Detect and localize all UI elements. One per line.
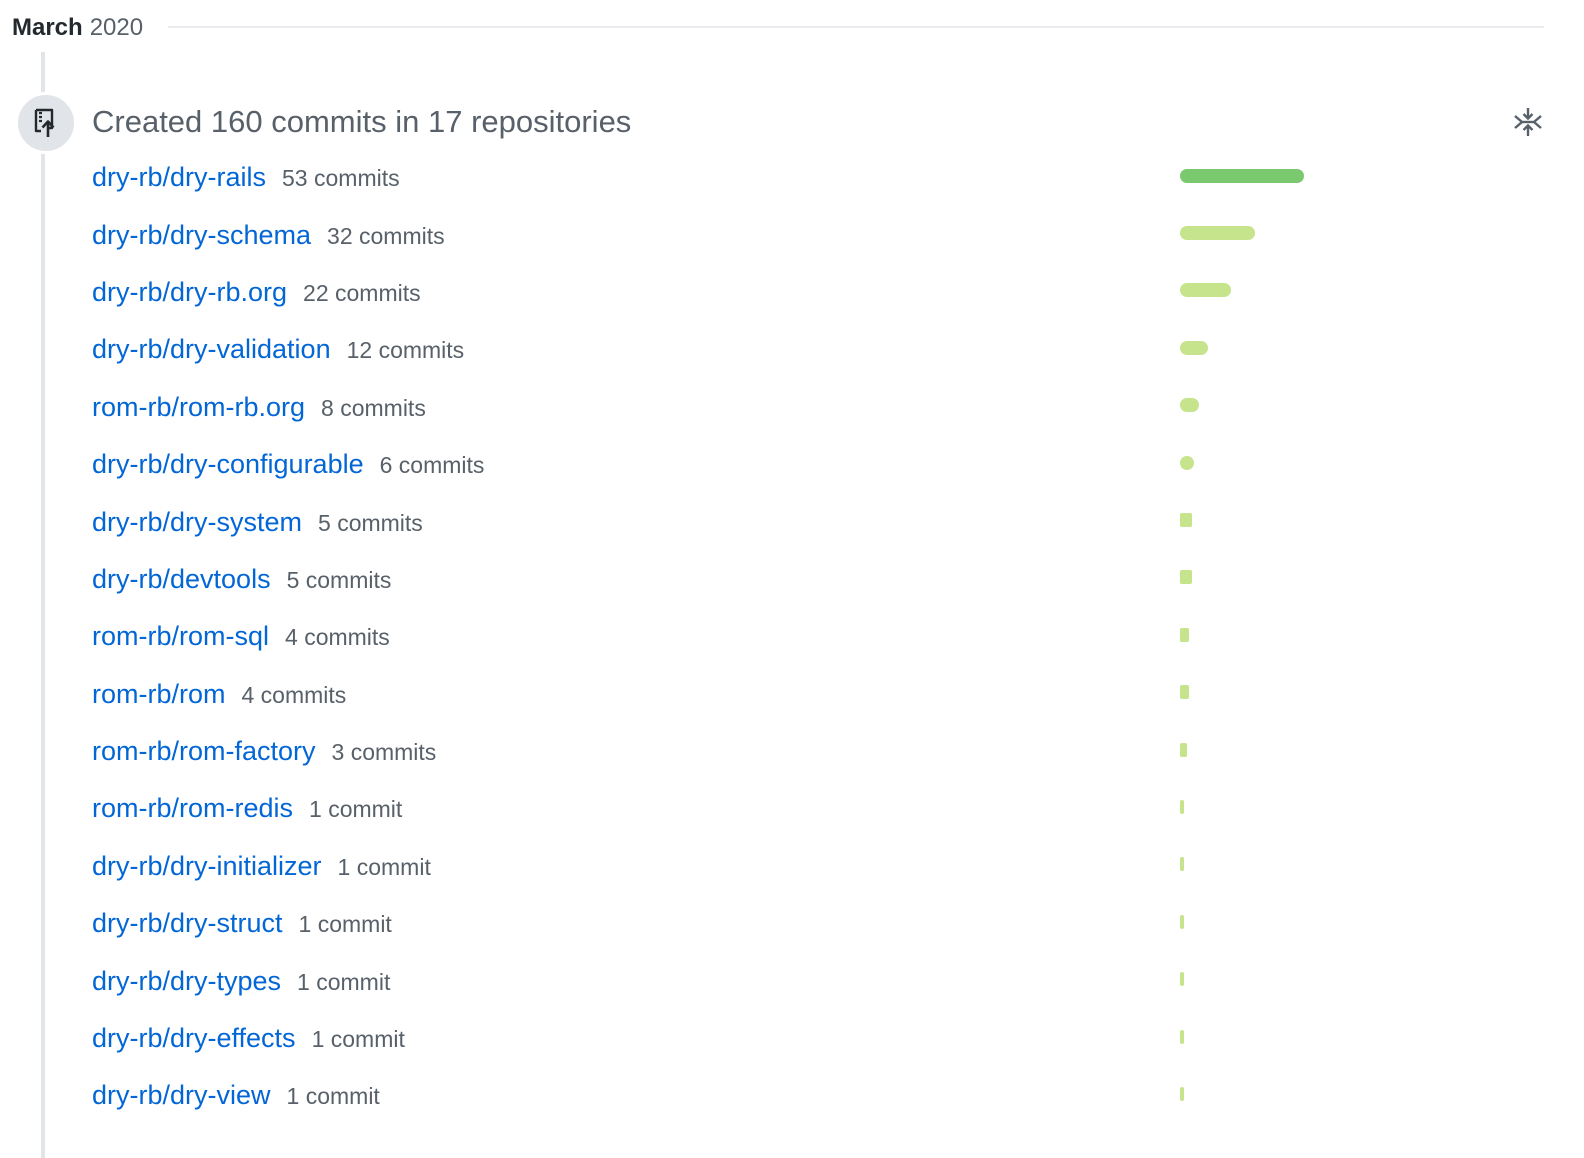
event-title: Created 160 commits in 17 repositories xyxy=(92,104,632,139)
commit-bar xyxy=(1180,226,1255,241)
commit-count-link[interactable]: 3 commits xyxy=(332,737,437,766)
repo-link[interactable]: dry-rb/dry-struct xyxy=(92,908,283,939)
commit-bar-track xyxy=(1180,972,1304,987)
commit-bar-track xyxy=(1180,570,1304,585)
repo-link[interactable]: dry-rb/dry-types xyxy=(92,966,281,997)
commit-bar xyxy=(1180,1029,1184,1044)
commit-bar-track xyxy=(1180,398,1304,413)
commit-bar-track xyxy=(1180,1086,1304,1101)
repo-commit-list: dry-rb/dry-rails 53 commits dry-rb/dry-sch… xyxy=(92,149,1332,1125)
commit-count-link[interactable]: 12 commits xyxy=(347,335,465,364)
commit-bar xyxy=(1180,283,1231,298)
repo-row: dry-rb/devtools 5 commits xyxy=(92,551,1332,608)
commit-count-link[interactable]: 5 commits xyxy=(287,565,392,594)
repo-row: dry-rb/dry-schema 32 commits xyxy=(92,206,1332,263)
commit-bar xyxy=(1180,570,1192,585)
contribution-activity: March 2020 Created 160 commits in 17 rep… xyxy=(0,0,1584,1158)
repo-link[interactable]: rom-rb/rom-factory xyxy=(92,736,316,767)
repo-link[interactable]: dry-rb/dry-rb.org xyxy=(92,277,287,308)
repo-link[interactable]: dry-rb/dry-initializer xyxy=(92,851,322,882)
commit-count-link[interactable]: 4 commits xyxy=(242,680,347,709)
commit-bar xyxy=(1180,685,1189,700)
repo-link[interactable]: rom-rb/rom-redis xyxy=(92,793,293,824)
commit-bar xyxy=(1180,455,1194,470)
repo-link[interactable]: dry-rb/dry-system xyxy=(92,507,302,538)
commit-bar-track xyxy=(1180,857,1304,872)
repo-push-icon xyxy=(34,108,55,137)
repo-row: rom-rb/rom-factory 3 commits xyxy=(92,723,1332,780)
repo-link[interactable]: dry-rb/dry-effects xyxy=(92,1023,296,1054)
commit-bar xyxy=(1180,1086,1184,1101)
commit-count-link[interactable]: 1 commit xyxy=(297,967,390,996)
commit-count-link[interactable]: 1 commit xyxy=(287,1081,380,1110)
repo-row: dry-rb/dry-configurable 6 commits xyxy=(92,436,1332,493)
repo-row: dry-rb/dry-effects 1 commit xyxy=(92,1010,1332,1067)
commit-bar xyxy=(1180,168,1304,183)
commit-count-link[interactable]: 4 commits xyxy=(285,622,390,651)
commit-bar xyxy=(1180,972,1184,987)
commit-bar-track xyxy=(1180,685,1304,700)
timeline-line xyxy=(41,52,45,1158)
repo-link[interactable]: dry-rb/dry-view xyxy=(92,1080,271,1111)
commit-bar xyxy=(1180,857,1184,872)
commit-bar xyxy=(1180,799,1184,814)
repo-link[interactable]: rom-rb/rom-sql xyxy=(92,621,269,652)
commit-count-link[interactable]: 1 commit xyxy=(312,1024,405,1053)
commit-bar-track xyxy=(1180,1029,1304,1044)
fold-icon xyxy=(1514,108,1542,136)
repo-row: dry-rb/dry-view 1 commit xyxy=(92,1067,1332,1124)
repo-row: dry-rb/dry-types 1 commit xyxy=(92,952,1332,1009)
commit-bar xyxy=(1180,627,1189,642)
month-divider xyxy=(168,26,1544,28)
repo-row: dry-rb/dry-struct 1 commit xyxy=(92,895,1332,952)
repo-row: rom-rb/rom-rb.org 8 commits xyxy=(92,379,1332,436)
commit-count-link[interactable]: 6 commits xyxy=(380,450,485,479)
repo-row: dry-rb/dry-initializer 1 commit xyxy=(92,838,1332,895)
commit-bar-track xyxy=(1180,742,1304,757)
commit-bar-track xyxy=(1180,914,1304,929)
repo-link[interactable]: dry-rb/dry-validation xyxy=(92,334,331,365)
repo-link[interactable]: rom-rb/rom-rb.org xyxy=(92,392,305,423)
commit-count-link[interactable]: 53 commits xyxy=(282,163,400,192)
repo-link[interactable]: dry-rb/dry-schema xyxy=(92,220,311,251)
repo-link[interactable]: rom-rb/rom xyxy=(92,679,226,710)
commit-bar-track xyxy=(1180,283,1304,298)
repo-row: dry-rb/dry-rb.org 22 commits xyxy=(92,264,1332,321)
repo-row: rom-rb/rom 4 commits xyxy=(92,666,1332,723)
commit-bar xyxy=(1180,398,1199,413)
commit-bar-track xyxy=(1180,513,1304,528)
commit-count-link[interactable]: 32 commits xyxy=(327,221,445,250)
collapse-button[interactable] xyxy=(1510,104,1546,140)
commit-bar-track xyxy=(1180,627,1304,642)
commit-count-link[interactable]: 22 commits xyxy=(303,278,421,307)
repo-link[interactable]: dry-rb/dry-rails xyxy=(92,162,266,193)
commit-count-link[interactable]: 1 commit xyxy=(299,909,392,938)
commit-bar-track xyxy=(1180,168,1304,183)
repo-link[interactable]: dry-rb/dry-configurable xyxy=(92,449,364,480)
repo-row: rom-rb/rom-redis 1 commit xyxy=(92,780,1332,837)
commit-bar xyxy=(1180,914,1184,929)
commit-bar-track xyxy=(1180,799,1304,814)
repo-row: dry-rb/dry-rails 53 commits xyxy=(92,149,1332,206)
repo-link[interactable]: dry-rb/devtools xyxy=(92,564,271,595)
repo-row: dry-rb/dry-validation 12 commits xyxy=(92,321,1332,378)
year-label: 2020 xyxy=(89,14,144,41)
commit-count-link[interactable]: 1 commit xyxy=(309,794,402,823)
commit-count-link[interactable]: 1 commit xyxy=(338,852,431,881)
month-heading: March 2020 xyxy=(12,8,143,48)
commit-count-link[interactable]: 5 commits xyxy=(318,508,423,537)
repo-row: dry-rb/dry-system 5 commits xyxy=(92,493,1332,550)
commit-bar-track xyxy=(1180,455,1304,470)
commit-bar xyxy=(1180,513,1192,528)
event-badge xyxy=(15,92,77,154)
commit-bar xyxy=(1180,742,1187,757)
commit-bar xyxy=(1180,340,1208,355)
commit-count-link[interactable]: 8 commits xyxy=(321,393,426,422)
commit-bar-track xyxy=(1180,340,1304,355)
repo-row: rom-rb/rom-sql 4 commits xyxy=(92,608,1332,665)
month-label: March xyxy=(12,14,83,41)
commit-bar-track xyxy=(1180,226,1304,241)
